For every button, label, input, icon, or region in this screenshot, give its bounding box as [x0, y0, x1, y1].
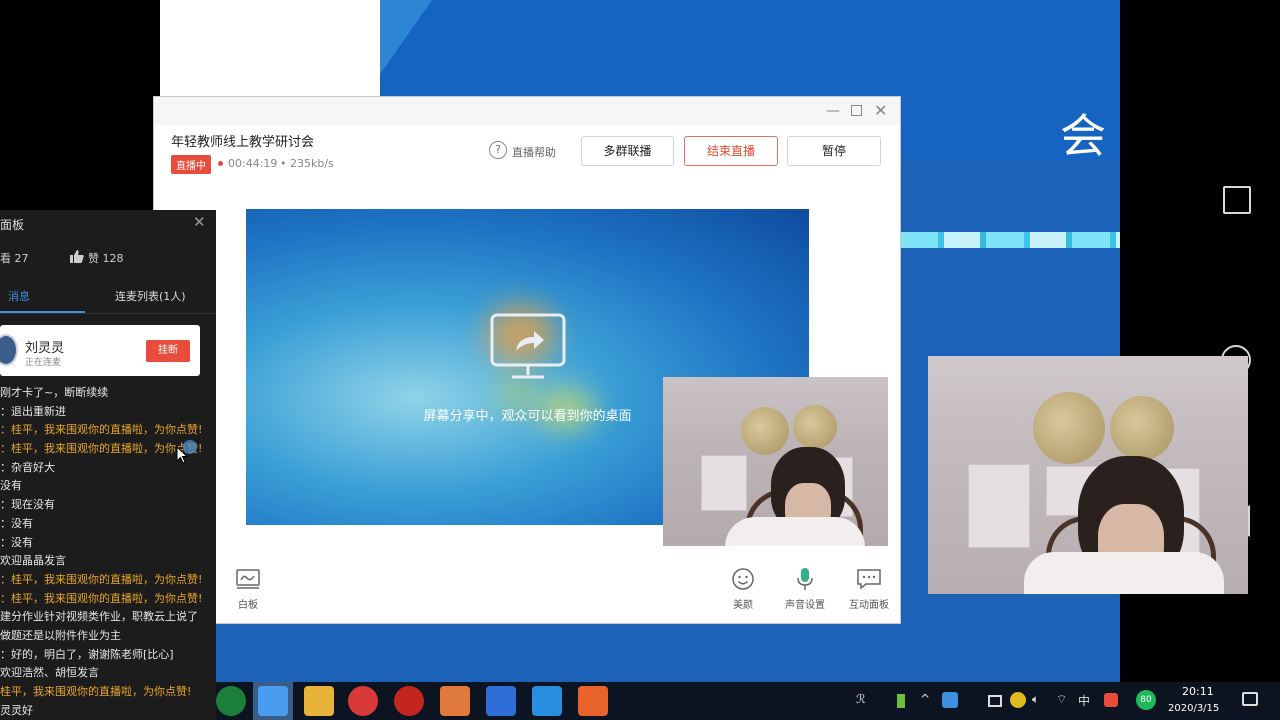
viewer-count: 看 27	[0, 252, 29, 265]
media-player-icon[interactable]	[440, 686, 470, 716]
whiteboard-icon	[236, 569, 260, 589]
recording-dot-icon	[218, 161, 223, 166]
mic-user-card: 刘灵灵 正在连麦 挂断	[0, 325, 200, 376]
tab-messages[interactable]: 消息	[8, 288, 30, 304]
wall-decoration	[741, 407, 789, 455]
panel-title: 面板	[0, 218, 25, 232]
interactive-panel-label: 互动面板	[849, 600, 889, 611]
microphone-icon	[797, 568, 813, 590]
chat-message: 建分作业针对视频类作业，职教云上说了	[0, 610, 198, 624]
chat-bubble-icon	[857, 569, 881, 590]
chat-message: 欢迎晶晶发言	[0, 554, 66, 568]
people-icon[interactable]: ℛ	[856, 692, 866, 706]
chat-message: 欢迎浩然、胡恒发言	[0, 666, 99, 680]
minimize-icon[interactable]: —	[826, 103, 840, 119]
multi-group-broadcast-button[interactable]: 多群联播	[581, 136, 674, 166]
network-speed-badge[interactable]: 80	[1136, 690, 1156, 710]
tab-mic-list[interactable]: 连麦列表(1人)	[115, 288, 186, 304]
chat-message: ：桂平，我来围观你的直播啦，为你点赞!	[0, 423, 203, 437]
slide-white-wedge	[160, 0, 380, 96]
chat-message: 灵灵好	[0, 703, 33, 717]
screen: 会 — ✕ 年轻教师线上教学研讨会 直播中 00:44:19 • 235kb/s…	[0, 0, 1280, 720]
chat-message: 做题还是以附件作业为主	[0, 628, 121, 642]
hangup-button[interactable]: 挂断	[146, 340, 190, 362]
mic-user-name: 刘灵灵	[25, 341, 65, 356]
tab-divider	[0, 313, 216, 314]
thumbs-up-icon	[70, 250, 84, 263]
wall-paper	[701, 455, 747, 511]
maximize-icon[interactable]	[851, 105, 862, 116]
tray-app-icon[interactable]	[942, 692, 958, 708]
help-link[interactable]: 直播帮助	[512, 144, 556, 160]
avatar	[0, 334, 18, 366]
live-app-icon[interactable]	[258, 686, 288, 716]
chat-message: ：现在没有	[0, 498, 55, 512]
wps-writer-icon[interactable]	[486, 686, 516, 716]
bottom-toolbar: 白板 美颜 声音设置 互动面板	[154, 537, 900, 623]
file-explorer-icon[interactable]	[304, 686, 334, 716]
live-stream-window: — ✕ 年轻教师线上教学研讨会 直播中 00:44:19 • 235kb/s ?…	[153, 96, 901, 624]
live-bitrate: 235kb/s	[290, 157, 334, 170]
wall-decoration	[1110, 396, 1174, 460]
live-title: 年轻教师线上教学研讨会	[171, 135, 315, 150]
clock-time[interactable]: 20:11	[1182, 685, 1214, 698]
chat-message: 桂平，我来围观你的直播啦，为你点赞!	[0, 685, 192, 698]
wall-paper	[968, 464, 1030, 548]
chat-message: 刚才卡了~，断断续续	[0, 386, 109, 399]
screen-share-icon	[490, 313, 566, 379]
chat-message: ：桂平，我来围观你的直播啦，为你点赞!	[0, 591, 203, 605]
input-method-label[interactable]: 中	[1078, 692, 1090, 709]
chat-message: ：没有	[0, 516, 33, 530]
smile-icon	[732, 568, 754, 590]
wall-decoration	[1033, 392, 1105, 464]
tray-app-icon[interactable]	[1104, 693, 1118, 707]
interactive-panel-tool[interactable]: 互动面板	[844, 567, 894, 611]
show-app-icon[interactable]	[348, 686, 378, 716]
chat-message: ：桂平，我来围观你的直播啦，为你点赞!	[0, 572, 203, 586]
drag-handle-icon	[183, 440, 197, 454]
end-live-button[interactable]: 结束直播	[684, 136, 778, 166]
camera-view	[928, 356, 1248, 594]
sound-settings-label: 声音设置	[785, 600, 825, 611]
volume-icon[interactable]: 🔈︎	[1032, 692, 1039, 707]
security-app-icon[interactable]	[1010, 692, 1026, 708]
message-list: 刚才卡了~，断断续续 ：退出重新进 ：桂平，我来围观你的直播啦，为你点赞! ：桂平，我…	[0, 384, 216, 720]
beauty-label: 美颜	[733, 600, 753, 611]
battery-icon[interactable]	[897, 694, 905, 708]
sound-settings-tool[interactable]: 声音设置	[780, 567, 830, 611]
live-status-badge: 直播中	[171, 155, 211, 174]
mic-user-status: 正在连麦	[25, 358, 62, 368]
stat-separator: •	[280, 157, 287, 170]
help-icon[interactable]: ?	[489, 141, 507, 159]
close-icon[interactable]: ✕	[874, 103, 887, 119]
chat-message: ：好的，明白了，谢谢陈老师[比心]	[0, 647, 174, 661]
chevron-up-icon[interactable]: ^	[920, 692, 930, 706]
notification-icon[interactable]	[1242, 692, 1258, 706]
person-sweater	[1024, 552, 1224, 594]
interaction-panel: 面板 ✕ 看 27 赞 128 消息 连麦列表(1人) 刘灵灵 正在连麦 挂断 …	[0, 210, 216, 720]
chat-message: ：退出重新进	[0, 404, 66, 418]
wechat-app-icon[interactable]	[216, 686, 246, 716]
close-icon[interactable]: ✕	[193, 213, 206, 231]
like-count: 赞 128	[88, 252, 124, 265]
chat-message: 没有	[0, 479, 22, 493]
recent-apps-icon[interactable]	[1223, 186, 1251, 214]
pause-button[interactable]: 暂停	[787, 136, 881, 166]
slide-title-fragment: 会	[1060, 109, 1106, 163]
live-duration: 00:44:19	[228, 157, 278, 170]
slide-decorative-stripe	[900, 232, 1120, 248]
clock-date[interactable]: 2020/3/15	[1168, 703, 1219, 714]
beauty-tool[interactable]: 美颜	[718, 567, 768, 611]
wall-decoration	[793, 405, 837, 449]
whiteboard-label: 白板	[238, 600, 258, 611]
chat-message: ：没有	[0, 535, 33, 549]
wifi-icon[interactable]: ⌔	[1056, 692, 1067, 707]
video-app-icon[interactable]	[532, 686, 562, 716]
window-titlebar: — ✕	[154, 97, 900, 125]
presentation-app-icon[interactable]	[578, 686, 608, 716]
whiteboard-tool[interactable]: 白板	[223, 567, 273, 611]
red-app-icon[interactable]	[394, 686, 424, 716]
camera-preview	[663, 377, 888, 546]
network-status-icon[interactable]	[988, 695, 1002, 707]
